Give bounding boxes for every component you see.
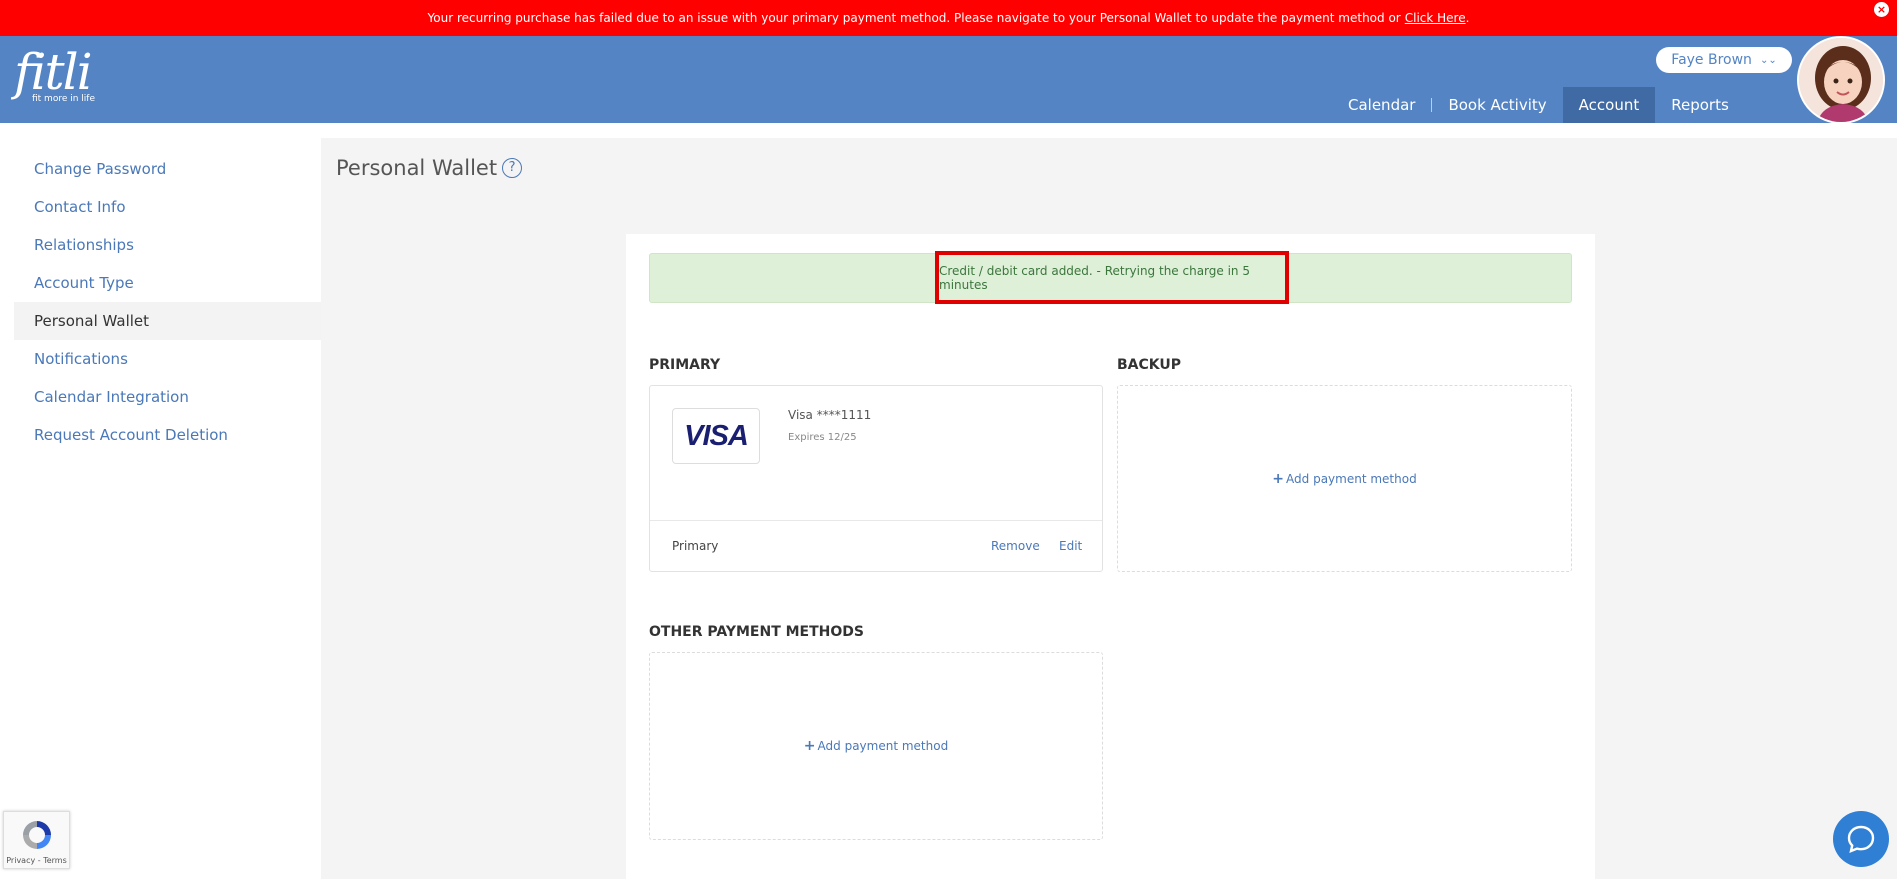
backup-add-payment-method-link[interactable]: + Add payment method bbox=[1272, 471, 1416, 487]
other-add-label: Add payment method bbox=[817, 739, 949, 753]
header: fitli fit more in life Faye Brown ⌄⌄ Cal… bbox=[0, 36, 1897, 124]
chat-button[interactable] bbox=[1833, 811, 1889, 867]
backup-section-title: BACKUP bbox=[1117, 357, 1182, 373]
logo-tagline: fit more in life bbox=[32, 94, 96, 104]
primary-card: VISA Visa ****1111 Expires 12/25 Primary… bbox=[649, 385, 1103, 572]
success-alert: Credit / debit card added. - Retrying th… bbox=[649, 251, 1572, 304]
wallet-panel: Credit / debit card added. - Retrying th… bbox=[626, 234, 1595, 879]
user-menu-button[interactable]: Faye Brown ⌄⌄ bbox=[1656, 47, 1792, 73]
page-title-row: Personal Wallet ? bbox=[336, 156, 523, 180]
sidebar-item-calendar-integration[interactable]: Calendar Integration bbox=[14, 378, 321, 416]
success-message: Credit / debit card added. - Retrying th… bbox=[939, 263, 1250, 292]
chat-bubble-icon bbox=[1847, 825, 1875, 853]
alert-period: . bbox=[1465, 11, 1470, 25]
user-name: Faye Brown bbox=[1671, 52, 1752, 68]
success-message-highlight: Credit / debit card added. - Retrying th… bbox=[935, 251, 1289, 304]
visa-logo-icon: VISA bbox=[672, 408, 760, 464]
backup-card: + Add payment method bbox=[1117, 385, 1572, 572]
alert-message: Your recurring purchase has failed due t… bbox=[427, 11, 1401, 25]
backup-add-label: Add payment method bbox=[1286, 471, 1417, 486]
sidebar-item-account-type[interactable]: Account Type bbox=[14, 264, 321, 302]
chevron-down-icon: ⌄⌄ bbox=[1759, 54, 1777, 66]
avatar[interactable] bbox=[1797, 36, 1885, 124]
sidebar-item-change-password[interactable]: Change Password bbox=[14, 150, 321, 188]
remove-card-link[interactable]: Remove bbox=[991, 539, 1040, 553]
help-icon[interactable]: ? bbox=[502, 158, 523, 178]
edit-card-link[interactable]: Edit bbox=[1059, 539, 1082, 553]
avatar-illustration-icon bbox=[1799, 38, 1883, 122]
main-nav: Calendar Book Activity Account Reports bbox=[1332, 87, 1745, 123]
sidebar-item-request-account-deletion[interactable]: Request Account Deletion bbox=[14, 416, 321, 454]
visa-logo-text: VISA bbox=[684, 419, 749, 452]
plus-icon: + bbox=[803, 738, 816, 754]
nav-reports[interactable]: Reports bbox=[1655, 87, 1745, 123]
sidebar-item-personal-wallet[interactable]: Personal Wallet bbox=[14, 302, 321, 340]
fitli-logo[interactable]: fitli fit more in life bbox=[14, 44, 95, 104]
sidebar-item-relationships[interactable]: Relationships bbox=[14, 226, 321, 264]
nav-book-activity[interactable]: Book Activity bbox=[1432, 87, 1562, 123]
nav-calendar[interactable]: Calendar bbox=[1332, 87, 1431, 123]
alert-close-icon[interactable]: × bbox=[1874, 2, 1889, 17]
recaptcha-badge[interactable]: Privacy - Terms bbox=[3, 811, 70, 869]
alert-click-here-link[interactable]: Click Here bbox=[1405, 11, 1466, 25]
main-content: Personal Wallet ? Credit / debit card ad… bbox=[321, 138, 1897, 879]
account-sidebar: Change Password Contact Info Relationshi… bbox=[14, 150, 321, 454]
plus-icon: + bbox=[1272, 470, 1285, 487]
recaptcha-text[interactable]: Privacy - Terms bbox=[6, 856, 67, 865]
other-payment-card: + Add payment method bbox=[649, 652, 1103, 840]
other-section-title: OTHER PAYMENT METHODS bbox=[649, 624, 864, 640]
sidebar-item-contact-info[interactable]: Contact Info bbox=[14, 188, 321, 226]
primary-label: Primary bbox=[672, 539, 719, 553]
logo-wordmark: fitli bbox=[14, 43, 93, 101]
sidebar-item-notifications[interactable]: Notifications bbox=[14, 340, 321, 378]
card-footer: Primary Remove Edit bbox=[650, 520, 1102, 572]
primary-section-title: PRIMARY bbox=[649, 357, 721, 373]
card-expiry: Expires 12/25 bbox=[788, 432, 857, 443]
recaptcha-icon bbox=[22, 821, 51, 849]
other-add-payment-method-link[interactable]: + Add payment method bbox=[804, 738, 948, 754]
nav-account[interactable]: Account bbox=[1562, 87, 1656, 123]
page-title: Personal Wallet bbox=[336, 156, 498, 180]
payment-failure-alert: Your recurring purchase has failed due t… bbox=[0, 0, 1897, 36]
card-number: Visa ****1111 bbox=[788, 408, 872, 422]
